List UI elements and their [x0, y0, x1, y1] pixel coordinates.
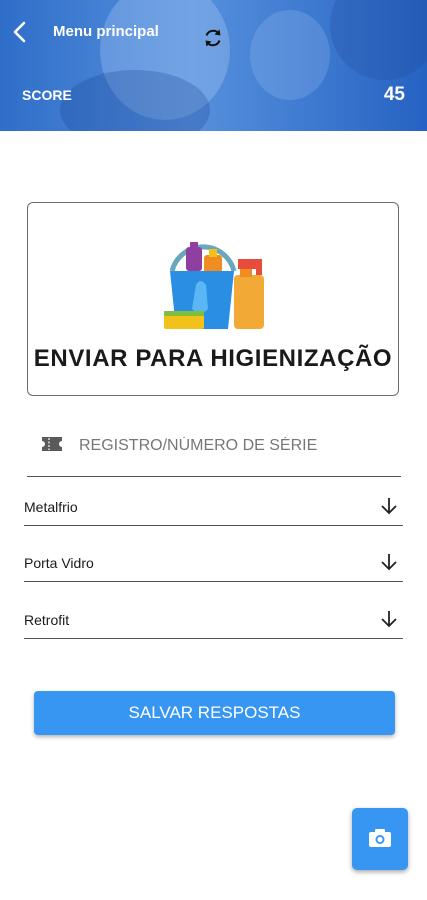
camera-button[interactable] — [352, 808, 408, 870]
brand-select-value: Metalfrio — [24, 499, 78, 515]
header-banner: Menu principal SCORE 45 — [0, 0, 427, 131]
service-type-select[interactable]: Retrofit — [24, 604, 403, 639]
arrow-down-icon[interactable] — [379, 495, 399, 517]
header-background-shape — [330, 0, 427, 80]
send-to-cleaning-label: ENVIAR PARA HIGIENIZAÇÃO — [33, 345, 393, 372]
back-arrow-icon[interactable] — [10, 20, 32, 44]
header-background-shape — [250, 10, 330, 100]
serial-number-input[interactable] — [77, 430, 401, 462]
refresh-icon[interactable] — [202, 27, 224, 49]
ticket-icon — [42, 437, 62, 451]
score-value: 45 — [383, 84, 405, 105]
cleaning-bucket-icon — [164, 242, 264, 329]
score-label: SCORE — [22, 87, 72, 103]
page-title: Menu principal — [53, 23, 159, 40]
serial-number-field[interactable] — [27, 420, 401, 477]
door-type-select[interactable]: Porta Vidro — [24, 547, 403, 582]
arrow-down-icon[interactable] — [379, 551, 399, 573]
service-type-select-value: Retrofit — [24, 612, 70, 628]
door-type-select-value: Porta Vidro — [24, 555, 94, 571]
arrow-down-icon[interactable] — [379, 608, 399, 630]
brand-select[interactable]: Metalfrio — [24, 491, 403, 526]
save-answers-button[interactable]: SALVAR RESPOSTAS — [34, 691, 395, 735]
send-to-cleaning-card[interactable]: ENVIAR PARA HIGIENIZAÇÃO — [27, 202, 399, 396]
camera-icon — [369, 829, 391, 847]
